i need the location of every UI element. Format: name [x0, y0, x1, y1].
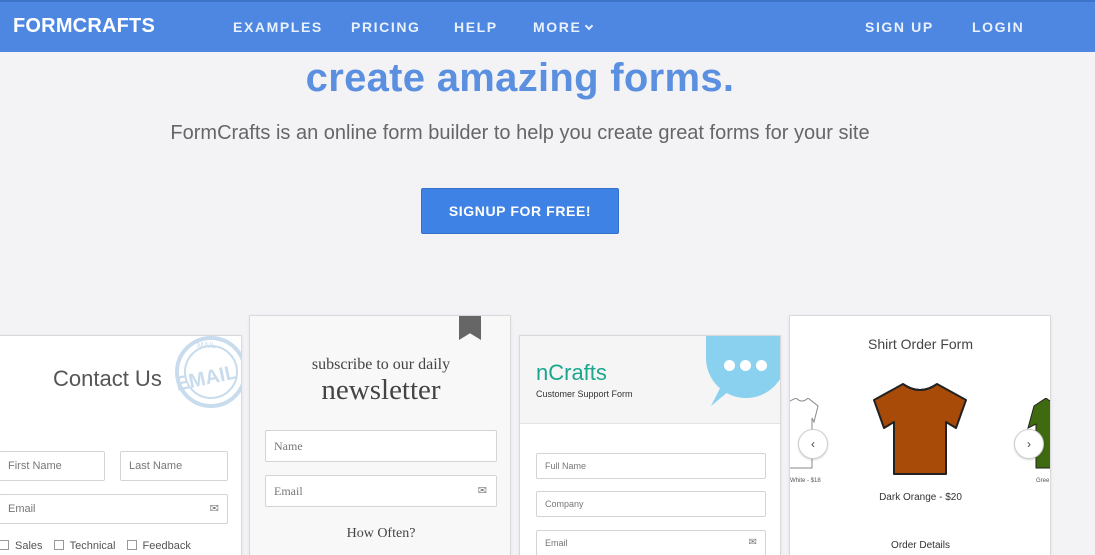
top-navbar: FORMCRAFTS EXAMPLES PRICING HELP MORE SI… — [0, 0, 1095, 52]
how-often-label: How Often? — [346, 526, 416, 541]
ncrafts-header: nCrafts Customer Support Form — [520, 336, 780, 424]
bookmark-icon — [459, 316, 481, 340]
signup-free-button[interactable]: SIGNUP FOR FREE! — [421, 188, 619, 234]
newsletter-form-card[interactable]: subscribe to our daily newsletter Name E… — [249, 315, 511, 555]
checkbox-label: Sales — [15, 540, 43, 552]
bubble-dot — [740, 360, 751, 371]
envelope-icon: ✉ — [477, 485, 487, 497]
newsletter-kicker: subscribe to our daily — [311, 356, 451, 373]
chat-bubble-icon — [706, 336, 780, 398]
shirt-order-card[interactable]: Shirt Order Form White - $18 Dark Orange… — [789, 315, 1051, 555]
shirt-caption: Dark Orange - $20 — [879, 492, 962, 503]
chevron-left-icon: ‹ — [811, 437, 815, 451]
shirt-order-title: Shirt Order Form — [867, 336, 973, 352]
nav-login[interactable]: LOGIN — [972, 19, 1024, 35]
hero-subtitle: FormCrafts is an online form builder to … — [170, 122, 870, 144]
ncrafts-title: nCrafts — [536, 360, 607, 385]
ncrafts-email-input[interactable]: Email ✉ — [536, 530, 766, 555]
order-details-label: Order Details — [891, 540, 950, 551]
chevron-down-icon — [585, 21, 594, 31]
email-stamp-icon: EMAIL MAIL — [174, 336, 241, 408]
company-input[interactable]: Company — [536, 491, 766, 517]
carousel-prev-button[interactable]: ‹ — [798, 429, 828, 459]
first-name-input[interactable]: First Name — [0, 451, 105, 481]
email-input[interactable]: Email ✉ — [0, 494, 228, 524]
newsletter-title: newsletter — [321, 374, 441, 406]
nav-examples[interactable]: EXAMPLES — [233, 19, 323, 35]
checkbox-icon — [126, 540, 137, 550]
nav-more[interactable]: MORE — [533, 19, 594, 35]
checkbox-icon — [53, 540, 64, 550]
green-shirt-caption: Gree — [1036, 478, 1050, 484]
nav-more-label: MORE — [533, 19, 582, 35]
orange-shirt-image — [873, 383, 967, 475]
bubble-dot — [724, 360, 735, 371]
contact-title: Contact Us — [53, 366, 162, 391]
ncrafts-subtitle: Customer Support Form — [536, 389, 633, 399]
hero-title: create amazing forms. — [305, 56, 735, 100]
checkbox-feedback[interactable]: Feedback — [126, 540, 191, 552]
checkbox-label: Feedback — [142, 540, 191, 552]
formcrafts-logo[interactable]: FORMCRAFTS — [13, 15, 155, 38]
full-name-input[interactable]: Full Name — [536, 453, 766, 479]
contact-form-card[interactable]: EMAIL MAIL Contact Us First Name Last Na… — [0, 335, 242, 555]
checkbox-label: Technical — [69, 540, 116, 552]
carousel-next-button[interactable]: › — [1014, 429, 1044, 459]
newsletter-name-input[interactable]: Name — [265, 430, 497, 462]
last-name-input[interactable]: Last Name — [120, 451, 228, 481]
checkbox-sales[interactable]: Sales — [0, 540, 43, 552]
ncrafts-email-placeholder: Email — [545, 538, 568, 548]
checkbox-icon — [0, 540, 9, 550]
checkbox-technical[interactable]: Technical — [53, 540, 116, 552]
email-placeholder: Email — [8, 503, 36, 515]
chevron-right-icon: › — [1027, 437, 1031, 451]
white-shirt-caption: White - $18 — [790, 478, 821, 484]
nav-pricing[interactable]: PRICING — [351, 19, 421, 35]
nav-help[interactable]: HELP — [454, 19, 498, 35]
envelope-icon: ✉ — [748, 537, 757, 548]
newsletter-email-placeholder: Email — [274, 484, 303, 498]
stamp-small-text: MAIL — [197, 341, 216, 350]
bubble-dot — [756, 360, 767, 371]
newsletter-email-input[interactable]: Email ✉ — [265, 475, 497, 507]
inquiry-type-checkboxes: Sales Technical Feedback — [0, 540, 199, 552]
ncrafts-support-card[interactable]: nCrafts Customer Support Form Full Name … — [519, 335, 781, 555]
envelope-icon: ✉ — [209, 503, 219, 515]
nav-signup[interactable]: SIGN UP — [865, 19, 934, 35]
